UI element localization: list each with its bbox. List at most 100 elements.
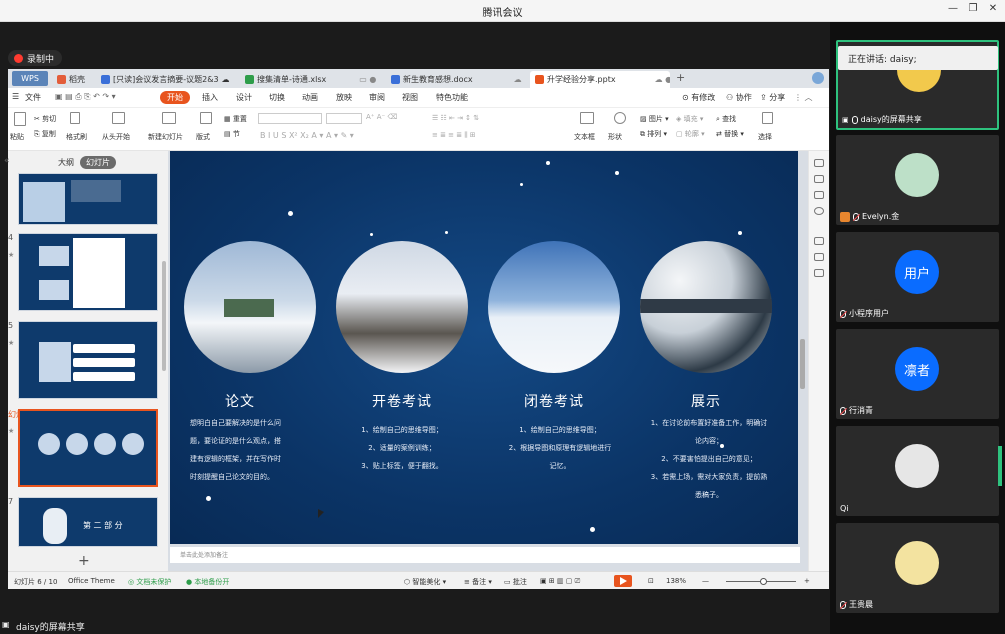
notes-pane[interactable]: 单击此处添加备注 <box>170 547 800 563</box>
minimize-icon[interactable]: — <box>946 3 960 14</box>
comment-icon[interactable] <box>814 269 824 277</box>
restore-icon[interactable]: ❐ <box>966 3 980 14</box>
slide-thumbnail-6-selected[interactable] <box>18 409 158 487</box>
arrange-button[interactable]: ⧉ 排列 ▾ <box>640 129 667 139</box>
copy-button[interactable]: ⎘ 复制 <box>34 129 56 139</box>
slides-toggle[interactable]: 幻灯片 <box>80 156 116 169</box>
fill-button[interactable]: ◈ 填充 ▾ <box>676 114 703 124</box>
recording-badge[interactable]: 录制中 <box>8 50 63 66</box>
new-slide-icon[interactable] <box>162 112 176 124</box>
align-icons[interactable]: ≡ ≣ ≡ ≣ ⫼ ⊞ <box>432 131 476 140</box>
zoom-in-icon[interactable]: + <box>804 577 810 585</box>
menu-review[interactable]: 审阅 <box>369 92 385 103</box>
hamburger-icon[interactable]: ☰ <box>12 92 19 101</box>
zoom-slider-handle[interactable] <box>760 578 767 585</box>
user-avatar[interactable] <box>812 72 824 84</box>
notes-button[interactable]: ≡ 备注 ▾ <box>464 577 492 587</box>
participant-tile[interactable]: 王贵晨 <box>836 523 999 613</box>
from-start-button[interactable]: 从头开始 <box>102 132 130 142</box>
animation-icon[interactable] <box>814 191 824 199</box>
menu-start[interactable]: 开始 <box>160 91 190 104</box>
new-slide-button[interactable]: 新建幻灯片 <box>148 132 183 142</box>
menu-file[interactable]: 文件 <box>25 92 41 103</box>
text-style-icons[interactable]: B I U S X² X₂ A ▾ A ▾ ✎ ▾ <box>260 131 354 140</box>
fit-icon[interactable]: ⊡ <box>648 577 654 585</box>
train-shape <box>224 299 274 317</box>
outline-button[interactable]: ▢ 轮廓 ▾ <box>676 129 705 139</box>
participant-tile[interactable]: 凛者 行消青 <box>836 329 999 419</box>
participant-tile[interactable]: Evelyn.金 <box>836 135 999 225</box>
paste-button[interactable]: 粘贴 <box>10 132 24 142</box>
tab-meeting-summary[interactable]: [只读]会议发言摘要-议题2&3 ☁ <box>96 71 236 88</box>
format-painter-icon[interactable] <box>70 112 80 124</box>
panel-icon[interactable] <box>814 159 824 167</box>
quick-access-icons[interactable]: ▣ ▤ ⎙ ⎘ ↶ ↷ ▾ <box>55 92 116 102</box>
pin-icon[interactable] <box>814 237 824 245</box>
backup-status[interactable]: ● 本地备份开 <box>186 577 229 587</box>
play-slideshow-button[interactable] <box>614 575 632 587</box>
tab-orientation-doc[interactable]: 新生教育感想.docx ☁ <box>386 71 526 88</box>
font-size-adjust-icons[interactable]: A⁺ A⁻ ⌫ <box>366 113 397 121</box>
font-size-select[interactable] <box>326 113 362 124</box>
view-mode-icons[interactable]: ▣ ⊞ ▥ ▢ ⎚ <box>540 577 580 586</box>
comments-button[interactable]: ▭ 批注 <box>504 577 527 587</box>
history-icon[interactable] <box>814 207 824 215</box>
copy-icon[interactable] <box>814 253 824 261</box>
more-icon[interactable]: ⋮ ︿ <box>794 92 813 103</box>
column-title: 开卷考试 <box>372 394 432 410</box>
reset-button[interactable]: ▦ 重置 <box>224 114 247 124</box>
new-tab-icon[interactable]: + <box>676 71 685 84</box>
replace-button[interactable]: ⇄ 替换 ▾ <box>716 129 744 139</box>
current-slide[interactable]: 论文 开卷考试 闭卷考试 展示 想明白自己要解决的是什么问 题，要论证的是什么观… <box>170 151 798 544</box>
section-button[interactable]: ▤ 节 <box>224 129 240 139</box>
menu-view[interactable]: 视图 <box>402 92 418 103</box>
format-painter-button[interactable]: 格式刷 <box>66 132 87 142</box>
picture-button[interactable]: ▨ 图片 ▾ <box>640 114 669 124</box>
close-icon[interactable]: ✕ <box>986 3 1000 14</box>
shape-button[interactable]: 形状 <box>608 132 622 142</box>
font-family-select[interactable] <box>258 113 322 124</box>
menu-insert[interactable]: 插入 <box>202 92 218 103</box>
zoom-out-icon[interactable]: — <box>702 577 709 585</box>
outline-toggle[interactable]: 大纲 <box>52 156 80 169</box>
slide-thumbnail-5[interactable] <box>18 321 158 399</box>
slide-thumbnail-7[interactable]: 第 二 部 分 <box>18 497 158 547</box>
textbox-icon[interactable] <box>580 112 594 124</box>
find-button[interactable]: ⌕ 查找 <box>716 114 736 124</box>
collab-button[interactable]: ⚇ 协作 <box>726 92 752 103</box>
share-button[interactable]: ⇪ 分享 <box>760 92 785 103</box>
collapse-panel-icon[interactable]: « <box>4 156 10 166</box>
tab-search-list[interactable]: 搜集清单-诗通.xlsx ▭ ● <box>240 71 380 88</box>
tab-daoke[interactable]: 稻壳 <box>52 71 94 88</box>
protect-status[interactable]: ◎ 文档未保护 <box>128 577 171 587</box>
properties-icon[interactable] <box>814 175 824 183</box>
from-start-icon[interactable] <box>112 112 125 124</box>
cut-button[interactable]: ✂ 剪切 <box>34 114 56 124</box>
wps-home-tab[interactable]: WPS <box>12 71 48 86</box>
layout-button[interactable]: 版式 <box>196 132 210 142</box>
list-icons[interactable]: ☰ ☷ ⇤ ⇥ ↕ ⇅ <box>432 114 479 122</box>
layout-icon[interactable] <box>200 112 212 124</box>
participant-tile[interactable]: Qi <box>836 426 999 516</box>
thumbnail-scrollbar[interactable] <box>162 261 166 371</box>
menu-animation[interactable]: 动画 <box>302 92 318 103</box>
menu-design[interactable]: 设计 <box>236 92 252 103</box>
beautify-button[interactable]: ⬡ 智能美化 ▾ <box>404 577 446 587</box>
tab-ppt-active[interactable]: 升学经验分享.pptx ☁ ● <box>530 71 670 88</box>
changes-indicator[interactable]: ⊙ 有修改 <box>682 92 715 103</box>
add-slide-icon[interactable]: + <box>78 553 90 569</box>
menu-slideshow[interactable]: 放映 <box>336 92 352 103</box>
slide-thumbnail-3[interactable] <box>18 173 158 225</box>
thumb-bar <box>73 344 135 353</box>
textbox-button[interactable]: 文本框 <box>574 132 595 142</box>
select-icon[interactable] <box>762 112 773 124</box>
menu-special[interactable]: 特色功能 <box>436 92 468 103</box>
canvas-scrollbar[interactable] <box>800 339 805 389</box>
tab-options-icon[interactable]: ▭ ● <box>359 75 376 84</box>
paste-icon[interactable] <box>14 112 26 126</box>
select-button[interactable]: 选择 <box>758 132 772 142</box>
shape-icon[interactable] <box>614 112 626 124</box>
participant-tile[interactable]: 用户 小程序用户 <box>836 232 999 322</box>
slide-thumbnail-4[interactable] <box>18 233 158 311</box>
menu-transition[interactable]: 切换 <box>269 92 285 103</box>
